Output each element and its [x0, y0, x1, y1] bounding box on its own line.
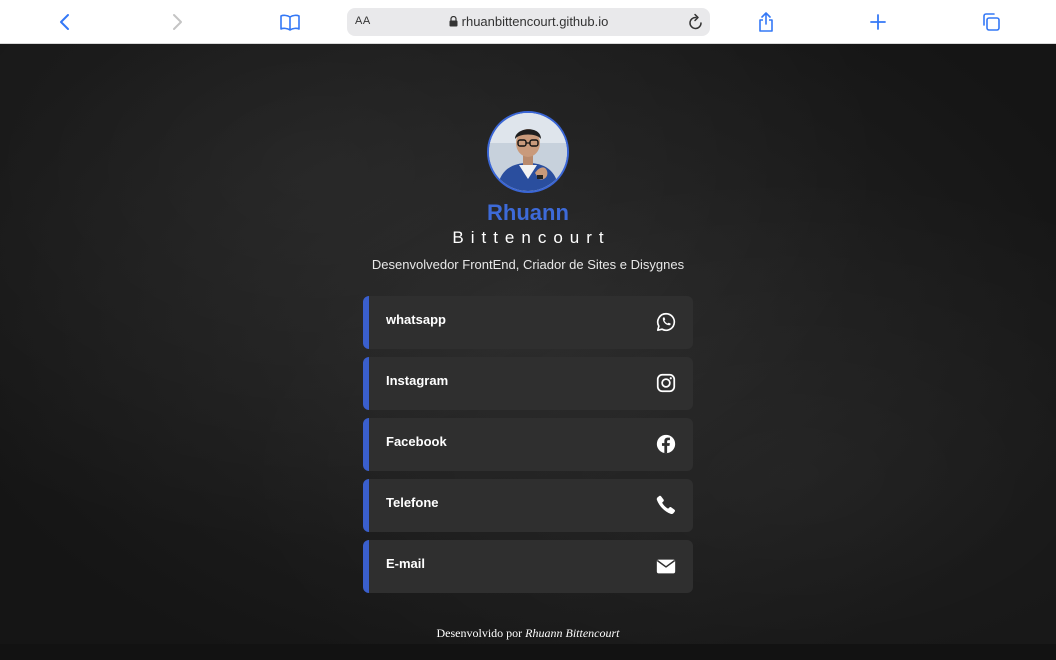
- link-label: E-mail: [386, 556, 426, 571]
- profile-first-name: Rhuann: [487, 200, 569, 225]
- lock-icon: [449, 16, 458, 27]
- chevron-right-icon: [173, 14, 182, 30]
- bookmarks-button[interactable]: [276, 8, 304, 36]
- browser-toolbar: AA rhuanbittencourt.github.io: [0, 0, 1056, 44]
- whatsapp-icon: [656, 312, 676, 332]
- whatsapp-link[interactable]: whatsapp: [363, 296, 693, 349]
- link-list: whatsapp Instagram Facebook Telefone E-m…: [363, 296, 693, 601]
- link-label: Instagram: [386, 373, 449, 388]
- footer-author: Rhuann Bittencourt: [525, 626, 620, 640]
- profile-subtitle: Desenvolvedor FrontEnd, Criador de Sites…: [371, 257, 685, 272]
- new-tab-button[interactable]: [864, 8, 892, 36]
- page-content: Rhuann Bittencourt Desenvolvedor FrontEn…: [0, 44, 1056, 660]
- email-link[interactable]: E-mail: [363, 540, 693, 593]
- book-icon: [280, 14, 300, 31]
- tabs-button[interactable]: [977, 8, 1005, 36]
- profile-photo: [489, 113, 567, 191]
- facebook-link[interactable]: Facebook: [363, 418, 693, 471]
- bottom-strip: [0, 644, 1056, 660]
- link-label: Facebook: [386, 434, 447, 449]
- link-label: whatsapp: [386, 312, 446, 327]
- link-label: Telefone: [386, 495, 439, 510]
- address-bar[interactable]: AA rhuanbittencourt.github.io: [347, 8, 710, 36]
- facebook-icon: [656, 434, 676, 454]
- footer-prefix: Desenvolvido por: [436, 626, 523, 640]
- email-icon: [656, 559, 676, 574]
- avatar: [487, 111, 569, 193]
- instagram-link[interactable]: Instagram: [363, 357, 693, 410]
- profile-last-name: Bittencourt: [452, 228, 611, 247]
- tabs-icon: [983, 13, 1000, 31]
- address-url: rhuanbittencourt.github.io: [347, 14, 710, 29]
- phone-icon: [656, 495, 676, 515]
- share-button[interactable]: [752, 8, 780, 36]
- telefone-link[interactable]: Telefone: [363, 479, 693, 532]
- back-button[interactable]: [51, 8, 79, 36]
- chevron-left-icon: [60, 14, 69, 30]
- instagram-icon: [656, 373, 676, 393]
- url-text: rhuanbittencourt.github.io: [461, 14, 609, 29]
- plus-icon: [870, 14, 886, 30]
- reload-icon[interactable]: [688, 13, 704, 31]
- share-icon: [759, 12, 773, 32]
- footer-credit: Desenvolvido por Rhuann Bittencourt: [0, 626, 1056, 641]
- forward-button[interactable]: [163, 8, 191, 36]
